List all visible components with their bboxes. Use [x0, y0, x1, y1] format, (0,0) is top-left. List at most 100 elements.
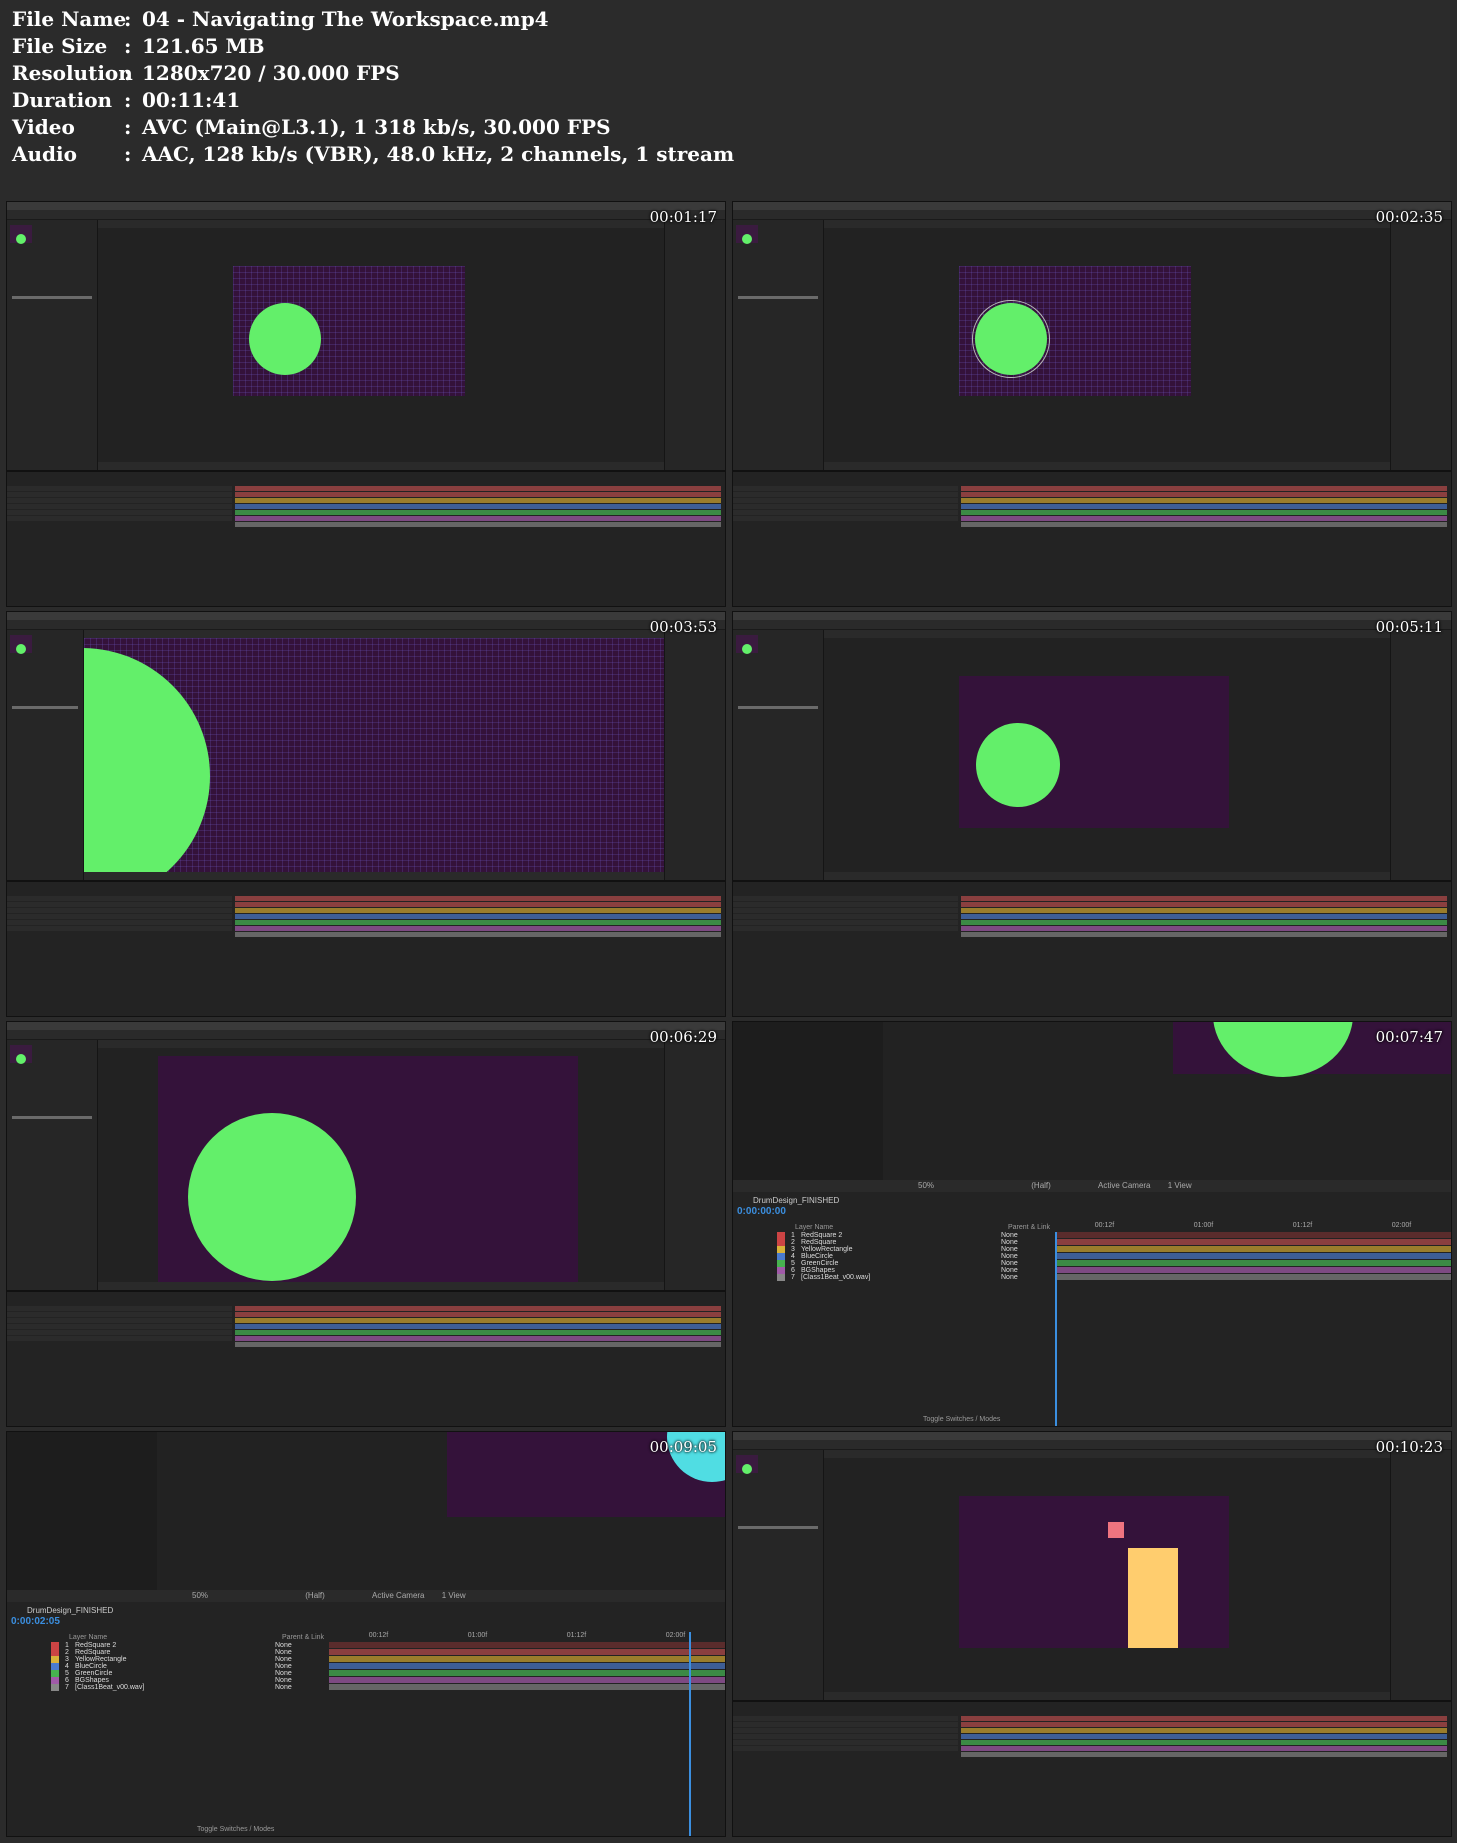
effects-panel	[664, 1040, 725, 1290]
comp-thumbnail	[10, 225, 32, 244]
comp-tab[interactable]: DrumDesign_FINISHED	[753, 1196, 839, 1205]
comp-viewer[interactable]	[84, 638, 664, 872]
camera-value[interactable]: Active Camera	[1098, 1181, 1150, 1190]
time-ruler[interactable]: 00:12f 01:00f 01:12f 02:00f	[1055, 1222, 1451, 1231]
menu-bar	[7, 612, 725, 620]
zoom-value[interactable]: 50%	[918, 1181, 934, 1190]
playhead[interactable]	[689, 1632, 691, 1836]
layer-list	[7, 1306, 232, 1346]
layer-row[interactable]: 7 [Class1Beat_v00.wav] None	[737, 1274, 1052, 1281]
viewer-footer: 50% (Half) Active Camera 1 View	[733, 1180, 1451, 1192]
green-circle	[976, 723, 1060, 807]
timestamp: 00:07:47	[1375, 1028, 1443, 1046]
menu-bar	[733, 1432, 1451, 1440]
info-separator: :	[124, 7, 132, 31]
info-label: Video	[12, 115, 75, 139]
circle-preview	[16, 234, 26, 244]
circle-preview	[742, 1464, 752, 1474]
green-circle	[188, 1113, 356, 1281]
layer-row[interactable]: 7 [Class1Beat_v00.wav] None	[11, 1684, 326, 1691]
thumbnail-frame: 00:05:11	[732, 611, 1452, 1017]
viewer-tab	[98, 220, 664, 228]
layer-row[interactable]: 4 BlueCircle None	[737, 1253, 1052, 1260]
menu-bar	[7, 1022, 725, 1030]
effects-panel	[664, 630, 725, 880]
thumbnail-frame: 00:02:35	[732, 201, 1452, 607]
selected-item	[12, 1116, 92, 1119]
layer-row[interactable]: 3 YellowRectangle None	[11, 1656, 326, 1663]
layer-row[interactable]: 4 BlueCircle None	[11, 1663, 326, 1670]
viewer-tab	[824, 220, 1390, 228]
timeline-bars	[961, 486, 1447, 527]
comp-tab[interactable]: DrumDesign_FINISHED	[27, 1606, 113, 1615]
timestamp: 00:09:05	[649, 1438, 717, 1456]
toggle-switches[interactable]: Toggle Switches / Modes	[197, 1826, 274, 1833]
project-panel	[733, 1450, 824, 1700]
toolbar	[733, 620, 1451, 630]
viewer-footer	[824, 1692, 1390, 1700]
toolbar	[7, 1030, 725, 1040]
info-label: File Size	[12, 34, 108, 58]
comp-viewer[interactable]	[98, 1048, 664, 1282]
views-value[interactable]: 1 View	[442, 1591, 466, 1600]
info-row: Audio: AAC, 128 kb/s (VBR), 48.0 kHz, 2 c…	[12, 141, 734, 168]
layer-row[interactable]: 3 YellowRectangle None	[737, 1246, 1052, 1253]
views-value[interactable]: 1 View	[1168, 1181, 1192, 1190]
thumbnail-frame: 00:01:17	[6, 201, 726, 607]
layer-row[interactable]: 6 BGShapes None	[11, 1677, 326, 1684]
info-separator: :	[124, 142, 132, 166]
timeline-panel	[7, 880, 725, 1016]
col-layer-name: Layer Name	[69, 1634, 108, 1641]
effects-panel	[664, 220, 725, 470]
layer-row[interactable]: 2 RedSquare None	[737, 1239, 1052, 1246]
resolution-value[interactable]: (Half)	[305, 1591, 325, 1600]
layer-list	[7, 896, 232, 936]
layer-list: 1 RedSquare 2 None 2 RedSquare None 3 YellowR…	[11, 1642, 326, 1691]
info-separator: :	[124, 88, 132, 112]
col-parent: Parent & Link	[1008, 1224, 1051, 1231]
col-parent: Parent & Link	[282, 1634, 325, 1641]
current-time[interactable]: 0:00:02:05	[11, 1616, 60, 1627]
green-circle	[249, 303, 321, 375]
timestamp: 00:02:35	[1375, 208, 1443, 226]
toggle-switches[interactable]: Toggle Switches / Modes	[923, 1416, 1000, 1423]
project-panel-edge	[7, 1432, 157, 1592]
selected-item	[738, 706, 818, 709]
comp-viewer[interactable]	[824, 1458, 1390, 1692]
comp-viewer[interactable]	[824, 638, 1390, 872]
comp-viewer[interactable]	[157, 1432, 725, 1592]
zoom-value[interactable]: 50%	[192, 1591, 208, 1600]
selected-item	[738, 296, 818, 299]
comp-thumbnail	[736, 635, 758, 654]
info-row: Resolution:1280x720 / 30.000 FPS	[12, 60, 734, 87]
timeline-panel	[733, 1700, 1451, 1836]
info-value: 1280x720 / 30.000 FPS	[142, 61, 400, 85]
layer-row[interactable]: 1 RedSquare 2 None	[11, 1642, 326, 1649]
thumbnail-frame: 00:03:53	[6, 611, 726, 1017]
camera-value[interactable]: Active Camera	[372, 1591, 424, 1600]
toolbar	[733, 210, 1451, 220]
selected-item	[738, 1526, 818, 1529]
current-time[interactable]: 0:00:00:00	[737, 1206, 786, 1217]
menu-bar	[7, 202, 725, 210]
layer-row[interactable]: 1 RedSquare 2 None	[737, 1232, 1052, 1239]
layer-row[interactable]: 2 RedSquare None	[11, 1649, 326, 1656]
effects-panel	[1390, 630, 1451, 880]
layer-row[interactable]: 5 GreenCircle None	[11, 1670, 326, 1677]
timeline-bars	[235, 896, 721, 937]
comp-viewer[interactable]	[98, 228, 664, 462]
timestamp: 00:06:29	[649, 1028, 717, 1046]
project-panel-edge	[733, 1022, 883, 1182]
effects-panel	[1390, 220, 1451, 470]
resolution-value[interactable]: (Half)	[1031, 1181, 1051, 1190]
layer-row[interactable]: 5 GreenCircle None	[737, 1260, 1052, 1267]
comp-viewer[interactable]	[824, 228, 1390, 462]
viewer-tab	[824, 1450, 1390, 1458]
playhead[interactable]	[1055, 1232, 1057, 1426]
project-panel	[7, 630, 84, 880]
comp-viewer[interactable]	[883, 1022, 1451, 1182]
time-ruler[interactable]: 00:12f 01:00f 01:12f 02:00f	[329, 1632, 725, 1641]
viewer-footer	[98, 462, 664, 470]
layer-row[interactable]: 6 BGShapes None	[737, 1267, 1052, 1274]
project-panel	[733, 630, 824, 880]
